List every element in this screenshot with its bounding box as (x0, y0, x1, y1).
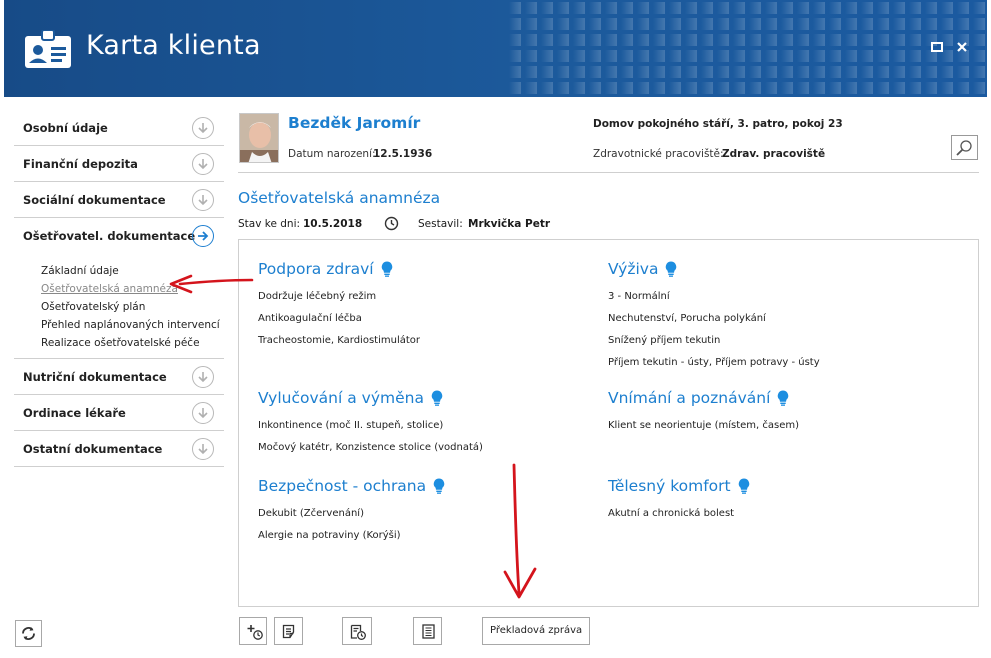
sidebar-item-label: Finanční depozita (23, 157, 138, 171)
handover-report-button[interactable]: Překladová zpráva (482, 617, 591, 645)
subitem-realizace-pece[interactable]: Realizace ošetřovatelské péče (41, 334, 224, 352)
window-title: Karta klienta (86, 30, 261, 61)
category-item: Dodržuje léčebný režim (258, 291, 377, 302)
workplace-value: Zdrav. pracoviště (722, 148, 826, 160)
arrow-down-circle-icon[interactable] (192, 366, 214, 388)
sidebar: Osobní údaje Finanční depozita Sociální … (14, 110, 224, 467)
add-clock-icon (247, 625, 263, 640)
category-item: Antikoagulační léčba (258, 313, 362, 324)
maximize-icon[interactable] (929, 40, 945, 56)
category-item: Tracheostomie, Kardiostimulátor (258, 335, 420, 346)
arrow-right-circle-icon[interactable] (192, 225, 214, 247)
arrow-down-circle-icon[interactable] (192, 153, 214, 175)
window-header: Karta klienta (4, 0, 987, 97)
category-vnimani-a-poznavani[interactable]: Vnímání a poznávání Klient se neorientuj… (608, 389, 799, 437)
sidebar-item-label: Nutriční dokumentace (23, 370, 167, 384)
patient-photo (239, 113, 279, 163)
sidebar-subitems: Základní údaje Ošetřovatelská anamnéza O… (14, 254, 224, 359)
document-clock-icon (350, 624, 366, 640)
sidebar-item-ostatni-dokumentace[interactable]: Ostatní dokumentace (14, 431, 224, 467)
search-button[interactable] (951, 135, 978, 160)
state-date: 10.5.2018 (303, 218, 363, 230)
clock-icon (384, 216, 399, 231)
category-vylucovani-a-vymena[interactable]: Vylučování a výměna Inkontinence (moč II… (258, 389, 483, 459)
category-podpora-zdravi[interactable]: Podpora zdraví Dodržuje léčebný režim An… (258, 260, 420, 352)
sidebar-item-label: Ošetřovatel. dokumentace (23, 229, 196, 243)
category-title: Tělesný komfort (608, 477, 731, 495)
lightbulb-icon[interactable] (381, 261, 393, 277)
category-title: Podpora zdraví (258, 260, 374, 278)
category-item: Akutní a chronická bolest (608, 508, 735, 519)
subitem-osetrovatelsky-plan[interactable]: Ošetřovatelský plán (41, 298, 224, 316)
category-item: Dekubit (Zčervenání) (258, 508, 364, 519)
patient-name: Bezděk Jaromír (288, 114, 421, 132)
sidebar-item-label: Sociální dokumentace (23, 193, 166, 207)
author-label: Sestavil: (418, 218, 463, 230)
sidebar-item-label: Osobní údaje (23, 121, 108, 135)
lightbulb-icon[interactable] (431, 390, 443, 406)
category-item: Inkontinence (moč II. stupeň, stolice) (258, 420, 444, 431)
dob-value: 12.5.1936 (373, 148, 433, 160)
lightbulb-icon[interactable] (777, 390, 789, 406)
arrow-down-circle-icon[interactable] (192, 117, 214, 139)
category-item: Nechutenství, Porucha polykání (608, 313, 766, 324)
arrow-down-circle-icon[interactable] (192, 402, 214, 424)
document-edit-icon (282, 624, 295, 639)
category-telesny-komfort[interactable]: Tělesný komfort Akutní a chronická boles… (608, 477, 750, 525)
workplace-label: Zdravotnické pracoviště: (593, 148, 724, 160)
add-record-button[interactable] (239, 617, 267, 645)
sidebar-item-financni-depozita[interactable]: Finanční depozita (14, 146, 224, 182)
lightbulb-icon[interactable] (665, 261, 677, 277)
close-icon[interactable] (954, 40, 970, 56)
dob-label: Datum narození: (288, 148, 376, 160)
subitem-osetrovatelska-anamneza[interactable]: Ošetřovatelská anamnéza (41, 280, 224, 298)
sidebar-item-socialni-dokumentace[interactable]: Sociální dokumentace (14, 182, 224, 218)
anamnesis-panel: Podpora zdraví Dodržuje léčebný režim An… (238, 239, 979, 607)
category-item: Příjem tekutin - ústy, Příjem potravy - … (608, 357, 820, 368)
category-item: Alergie na potraviny (Korýši) (258, 530, 401, 541)
category-title: Výživa (608, 260, 659, 278)
header-divider (238, 172, 979, 173)
state-label: Stav ke dni: (238, 218, 301, 230)
sidebar-item-osobni-udaje[interactable]: Osobní údaje (14, 110, 224, 146)
category-bezpecnost-ochrana[interactable]: Bezpečnost - ochrana Dekubit (Zčervenání… (258, 477, 445, 547)
author-name: Mrkvička Petr (468, 218, 551, 230)
category-item: Močový katétr, Konzistence stolice (vodn… (258, 442, 483, 453)
subitem-prehled-intervenci[interactable]: Přehled naplánovaných intervencí (41, 316, 224, 334)
sidebar-item-osetrovatel-dokumentace[interactable]: Ošetřovatel. dokumentace (14, 218, 224, 254)
handover-report-label: Překladová zpráva (490, 625, 583, 636)
category-item: 3 - Normální (608, 291, 670, 302)
refresh-button[interactable] (15, 620, 42, 647)
print-button[interactable] (413, 617, 442, 645)
sidebar-item-label: Ostatní dokumentace (23, 442, 163, 456)
lightbulb-icon[interactable] (433, 478, 445, 494)
page-title: Ošetřovatelská anamnéza (238, 189, 441, 207)
category-vyziva[interactable]: Výživa 3 - Normální Nechutenství, Poruch… (608, 260, 820, 374)
category-title: Vylučování a výměna (258, 389, 424, 407)
id-card-icon (25, 30, 71, 68)
facility: Domov pokojného stáří, 3. patro, pokoj 2… (593, 118, 843, 130)
category-item: Klient se neorientuje (místem, časem) (608, 420, 800, 431)
category-title: Vnímání a poznávání (608, 389, 771, 407)
header-grid-pattern (507, 0, 987, 97)
arrow-down-circle-icon[interactable] (192, 189, 214, 211)
sidebar-item-label: Ordinace lékaře (23, 406, 126, 420)
edit-record-button[interactable] (274, 617, 303, 645)
arrow-down-circle-icon[interactable] (192, 438, 214, 460)
search-icon (956, 140, 972, 156)
refresh-icon (22, 627, 35, 640)
category-title: Bezpečnost - ochrana (258, 477, 427, 495)
history-button[interactable] (342, 617, 372, 645)
document-list-icon (422, 624, 435, 639)
sidebar-item-ordinace-lekare[interactable]: Ordinace lékaře (14, 395, 224, 431)
lightbulb-icon[interactable] (738, 478, 750, 494)
category-item: Snížený příjem tekutin (608, 335, 721, 346)
subitem-zakladni-udaje[interactable]: Základní údaje (41, 262, 224, 280)
sidebar-item-nutricni-dokumentace[interactable]: Nutriční dokumentace (14, 359, 224, 395)
